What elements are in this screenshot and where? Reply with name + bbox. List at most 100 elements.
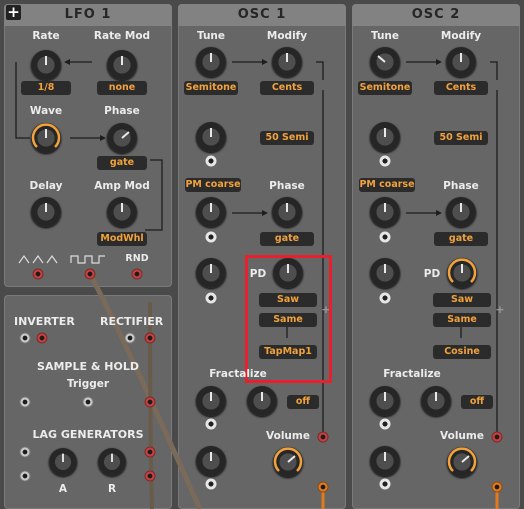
lag-input-jack-2[interactable] bbox=[19, 470, 31, 482]
lfo-rate-value[interactable]: 1/8 bbox=[21, 81, 71, 95]
lfo-ratemod-label: Rate Mod bbox=[93, 30, 151, 42]
osc1-pd-mod-jack[interactable] bbox=[205, 292, 217, 304]
osc1-pd-amount-knob[interactable] bbox=[196, 258, 226, 288]
lfo-ampmod-knob[interactable] bbox=[107, 197, 137, 227]
osc2-fractalize-amount-knob[interactable] bbox=[370, 386, 400, 416]
osc2-volume-mod-jack[interactable] bbox=[379, 478, 391, 490]
osc2-semi-knob[interactable] bbox=[370, 122, 400, 152]
rectifier-input-jack[interactable] bbox=[124, 332, 136, 344]
osc2-phase-value[interactable]: gate bbox=[434, 232, 488, 246]
osc2-tune-label: Tune bbox=[370, 30, 400, 42]
lfo-ampmod-value[interactable]: ModWhl bbox=[97, 232, 147, 246]
lfo-delay-knob[interactable] bbox=[31, 197, 61, 227]
osc1-volume-mod-knob[interactable] bbox=[196, 446, 226, 476]
osc2-phase-label: Phase bbox=[443, 180, 479, 192]
osc2-add-stage-icon[interactable]: + bbox=[495, 303, 504, 316]
osc1-tune-label: Tune bbox=[196, 30, 226, 42]
osc2-fractalize-mod-jack[interactable] bbox=[379, 418, 391, 430]
osc2-modify-knob[interactable] bbox=[446, 47, 476, 77]
lfo-phase-knob[interactable] bbox=[107, 123, 137, 153]
lfo-rate-knob[interactable] bbox=[31, 50, 61, 80]
inverter-output-jack[interactable] bbox=[36, 332, 48, 344]
osc1-pm-mod-jack[interactable] bbox=[205, 231, 217, 243]
osc1-phase-value[interactable]: gate bbox=[260, 232, 314, 246]
osc1-volume-mod-jack[interactable] bbox=[205, 478, 217, 490]
osc1-phase-knob[interactable] bbox=[272, 197, 302, 227]
osc2-semi-value[interactable]: 50 Semi bbox=[434, 131, 488, 145]
lag-release-knob[interactable] bbox=[98, 448, 126, 476]
osc2-pd-mod-jack[interactable] bbox=[379, 292, 391, 304]
osc1-modify-knob[interactable] bbox=[272, 47, 302, 77]
osc1-semi-knob[interactable] bbox=[196, 122, 226, 152]
osc1-fractalize-label: Fractalize bbox=[209, 368, 267, 380]
osc1-modify-label: Modify bbox=[266, 30, 308, 42]
osc2-volume-mod-knob[interactable] bbox=[370, 446, 400, 476]
lfo-rnd-label: RND bbox=[125, 253, 149, 264]
osc2-tune-value[interactable]: Semitone bbox=[358, 81, 412, 95]
osc1-fractalize-amount-knob[interactable] bbox=[196, 386, 226, 416]
square-wave-icon bbox=[70, 255, 105, 264]
lfo-phase-label: Phase bbox=[104, 105, 140, 117]
inverter-label: INVERTER bbox=[14, 315, 75, 328]
lag-r-label: R bbox=[107, 483, 117, 495]
osc2-semi-mod-jack[interactable] bbox=[379, 155, 391, 167]
osc1-tune-knob[interactable] bbox=[196, 47, 226, 77]
lfo-rnd-output-jack[interactable] bbox=[131, 268, 143, 280]
osc1-semi-value[interactable]: 50 Semi bbox=[260, 131, 314, 145]
osc2-pm-value[interactable]: PM coarse bbox=[359, 178, 415, 192]
lfo-square-output-jack[interactable] bbox=[84, 268, 96, 280]
osc2-volume-label: Volume bbox=[440, 430, 484, 442]
osc1-phase-label: Phase bbox=[269, 180, 305, 192]
osc2-phase-knob[interactable] bbox=[446, 197, 476, 227]
osc1-fractalize-knob[interactable] bbox=[247, 386, 277, 416]
trigger-label: Trigger bbox=[66, 378, 110, 390]
lfo-delay-label: Delay bbox=[29, 180, 63, 192]
inverter-input-jack[interactable] bbox=[19, 332, 31, 344]
lag-a-label: A bbox=[58, 483, 68, 495]
osc2-pd-label: PD bbox=[423, 268, 441, 280]
osc2-pm-knob[interactable] bbox=[370, 197, 400, 227]
osc1-volume-knob[interactable] bbox=[273, 447, 303, 477]
osc2-pd-mode-value[interactable]: Same bbox=[433, 313, 491, 327]
lag-input-jack-1[interactable] bbox=[19, 446, 31, 458]
lfo-ratemod-value[interactable]: none bbox=[97, 81, 147, 95]
sample-hold-label: SAMPLE & HOLD bbox=[37, 360, 139, 373]
osc1-output-jack[interactable] bbox=[317, 481, 329, 493]
osc2-pd-amount-knob[interactable] bbox=[370, 258, 400, 288]
osc2-pd-map-value[interactable]: Cosine bbox=[433, 345, 491, 359]
triangle-wave-icon bbox=[18, 254, 58, 264]
osc2-pd-knob[interactable] bbox=[447, 258, 477, 288]
osc2-fractalize-knob[interactable] bbox=[421, 386, 451, 416]
lfo-rate-label: Rate bbox=[32, 30, 60, 42]
osc2-output-jack[interactable] bbox=[491, 481, 503, 493]
osc1-modify-value[interactable]: Cents bbox=[260, 81, 314, 95]
lag-output-jack-1[interactable] bbox=[144, 446, 156, 458]
sh-input-jack[interactable] bbox=[19, 396, 31, 408]
lfo-ratemod-knob[interactable] bbox=[107, 50, 137, 80]
osc1-fractalize-mod-jack[interactable] bbox=[205, 418, 217, 430]
osc2-fractalize-value[interactable]: off bbox=[461, 395, 493, 409]
osc2-pm-mod-jack[interactable] bbox=[379, 231, 391, 243]
lag-generators-label: LAG GENERATORS bbox=[32, 428, 144, 441]
osc2-modify-label: Modify bbox=[440, 30, 482, 42]
lfo-wave-knob[interactable] bbox=[31, 123, 61, 153]
osc2-modify-value[interactable]: Cents bbox=[434, 81, 488, 95]
lag-output-jack-2[interactable] bbox=[144, 470, 156, 482]
sh-output-jack[interactable] bbox=[144, 396, 156, 408]
lag-attack-knob[interactable] bbox=[49, 448, 77, 476]
rectifier-label: RECTIFIER bbox=[100, 315, 164, 328]
rectifier-output-jack[interactable] bbox=[144, 332, 156, 344]
osc1-tune-value[interactable]: Semitone bbox=[184, 81, 238, 95]
osc1-semi-mod-jack[interactable] bbox=[205, 155, 217, 167]
osc1-pm-value[interactable]: PM coarse bbox=[185, 178, 241, 192]
lfo-tri-output-jack[interactable] bbox=[32, 268, 44, 280]
osc2-volume-knob[interactable] bbox=[447, 447, 477, 477]
osc2-tune-knob[interactable] bbox=[370, 47, 400, 77]
sh-trigger-jack[interactable] bbox=[82, 396, 94, 408]
osc2-mod-input-jack[interactable] bbox=[491, 431, 503, 443]
osc1-fractalize-value[interactable]: off bbox=[287, 395, 319, 409]
osc1-mod-input-jack[interactable] bbox=[317, 431, 329, 443]
osc1-pm-knob[interactable] bbox=[196, 197, 226, 227]
osc2-pd-wave-value[interactable]: Saw bbox=[433, 293, 491, 307]
lfo-phase-value[interactable]: gate bbox=[97, 156, 147, 170]
